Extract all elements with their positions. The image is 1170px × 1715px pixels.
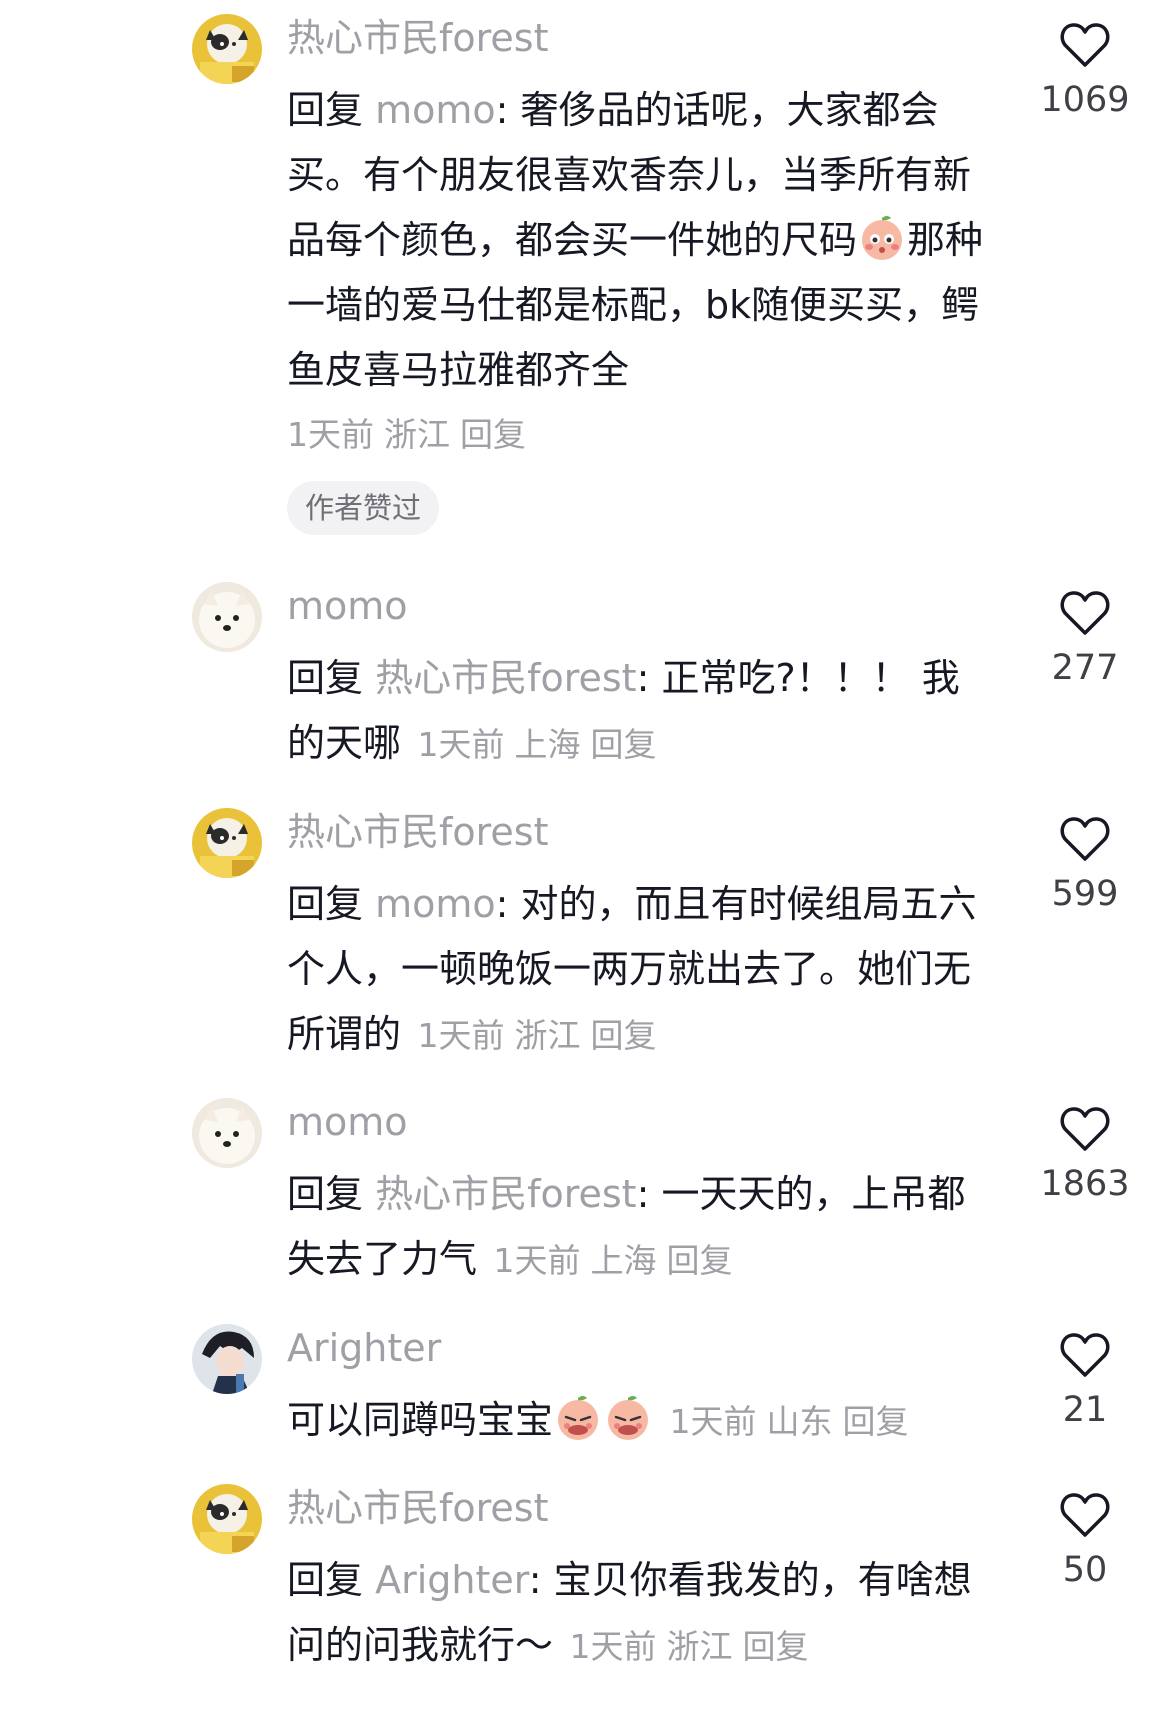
like-button[interactable]: 277 — [1030, 582, 1140, 688]
comment-body: momo 回复 热心市民forest: 一天天的，上吊都失去了力气 1天前 上海回… — [287, 1098, 987, 1293]
comment-meta: 1天前 上海 回复 — [407, 725, 667, 764]
reply-prefix: 回复 — [287, 1558, 376, 1602]
pleading-face-icon — [553, 1392, 603, 1442]
reply-button[interactable]: 回复 — [591, 1016, 657, 1055]
like-count: 277 — [1051, 648, 1119, 688]
comment-location: 上海 — [514, 725, 581, 764]
reply-target-username[interactable]: 热心市民forest — [375, 656, 637, 700]
comment-text: 回复 热心市民forest: 一天天的，上吊都失去了力气 1天前 上海 回复 — [287, 1162, 987, 1293]
cat-avatar-icon[interactable] — [192, 808, 262, 878]
comment-meta: 1天前 山东 回复 — [659, 1402, 919, 1441]
heart-icon[interactable] — [1060, 1492, 1110, 1538]
reply-button[interactable]: 回复 — [743, 1627, 809, 1666]
like-button[interactable]: 1069 — [1030, 14, 1140, 120]
comment-time: 1天前 — [417, 1016, 505, 1055]
reply-prefix: 回复 — [287, 88, 376, 132]
comment-text: 回复 momo: 对的，而且有时候组局五六个人，一顿晚饭一两万就出去了。她们无所… — [287, 872, 987, 1068]
comment-username[interactable]: momo — [287, 1098, 987, 1146]
like-count: 1069 — [1040, 80, 1130, 120]
comment-username[interactable]: Arighter — [287, 1324, 987, 1372]
comment-body: 热心市民forest 回复 momo: 对的，而且有时候组局五六个人，一顿晚饭一… — [287, 808, 987, 1068]
comment-body: Arighter 可以同蹲吗宝宝 1天前 山东 回复 — [287, 1324, 987, 1454]
dog-avatar-icon[interactable] — [192, 1098, 262, 1168]
like-count: 1863 — [1040, 1164, 1130, 1204]
heart-icon[interactable] — [1060, 590, 1110, 636]
comment-username[interactable]: 热心市民forest — [287, 14, 987, 62]
author-liked-badge: 作者赞过 — [287, 481, 440, 535]
comment-body: momo 回复 热心市民forest: 正常吃?！！！ 我的天哪 1天前 上海 回复 — [287, 582, 987, 777]
dog-avatar-icon[interactable] — [192, 582, 262, 652]
comment-content: 可以同蹲吗宝宝 — [287, 1398, 554, 1442]
comment-location: 浙江 — [384, 415, 450, 454]
comment-username[interactable]: momo — [287, 582, 987, 630]
comment-body: 热心市民forest 回复 momo: 奢侈品的话呢，大家都会买。有个朋友很喜欢… — [287, 14, 987, 535]
comment-username[interactable]: 热心市民forest — [287, 1484, 987, 1532]
like-button[interactable]: 21 — [1030, 1324, 1140, 1430]
like-count: 599 — [1051, 874, 1119, 914]
heart-icon[interactable] — [1060, 816, 1110, 862]
comment-username[interactable]: 热心市民forest — [287, 808, 987, 856]
cat-avatar-icon[interactable] — [192, 1484, 262, 1554]
like-button[interactable]: 50 — [1030, 1484, 1140, 1590]
reply-prefix: 回复 — [287, 1172, 376, 1216]
anime-avatar-icon[interactable] — [192, 1324, 262, 1394]
comment-time: 1天前 — [569, 1627, 657, 1666]
reply-prefix: 回复 — [287, 656, 376, 700]
comment-meta: 1天前 浙江 回复 — [407, 1016, 667, 1055]
comment-meta: 1天前 浙江 回复 — [559, 1627, 819, 1666]
cat-avatar-icon[interactable] — [192, 14, 262, 84]
comment-time: 1天前 — [417, 725, 505, 764]
comment-meta: 1天前 上海 回复 — [483, 1241, 743, 1280]
comment-meta: 1天前 浙江 回复 — [287, 409, 987, 461]
comment-text: 回复 热心市民forest: 正常吃?！！！ 我的天哪 1天前 上海 回复 — [287, 646, 987, 777]
reply-prefix: 回复 — [287, 882, 376, 926]
like-button[interactable]: 1863 — [1030, 1098, 1140, 1204]
comment-text: 回复 Arighter: 宝贝你看我发的，有啥想问的问我就行～ 1天前 浙江 回复 — [287, 1548, 987, 1679]
comment-body: 热心市民forest 回复 Arighter: 宝贝你看我发的，有啥想问的问我就… — [287, 1484, 987, 1679]
reply-target-username[interactable]: 热心市民forest — [375, 1172, 637, 1216]
reply-target-username[interactable]: momo — [375, 88, 496, 132]
reply-target-username[interactable]: Arighter — [375, 1558, 529, 1602]
comment-location: 浙江 — [666, 1627, 733, 1666]
heart-icon[interactable] — [1060, 1106, 1110, 1152]
reply-button[interactable]: 回复 — [591, 725, 657, 764]
heart-icon[interactable] — [1060, 1332, 1110, 1378]
comment-text: 可以同蹲吗宝宝 1天前 山东 回复 — [287, 1388, 987, 1454]
heart-icon[interactable] — [1060, 22, 1110, 68]
comment-time: 1天前 — [493, 1241, 581, 1280]
reply-target-username[interactable]: momo — [375, 882, 496, 926]
comment-text: 回复 momo: 奢侈品的话呢，大家都会买。有个朋友很喜欢香奈儿，当季所有新品每… — [287, 78, 987, 403]
comment-location: 浙江 — [514, 1016, 581, 1055]
reply-button[interactable]: 回复 — [460, 415, 526, 454]
comment-time: 1天前 — [669, 1402, 757, 1441]
like-count: 50 — [1062, 1550, 1108, 1590]
reply-button[interactable]: 回复 — [667, 1241, 733, 1280]
pleading-face-icon — [603, 1392, 653, 1442]
comment-time: 1天前 — [287, 415, 374, 454]
comment-location: 上海 — [590, 1241, 657, 1280]
blush-face-icon — [857, 212, 907, 262]
comment-location: 山东 — [766, 1402, 833, 1441]
reply-button[interactable]: 回复 — [843, 1402, 909, 1441]
like-count: 21 — [1062, 1390, 1108, 1430]
like-button[interactable]: 599 — [1030, 808, 1140, 914]
